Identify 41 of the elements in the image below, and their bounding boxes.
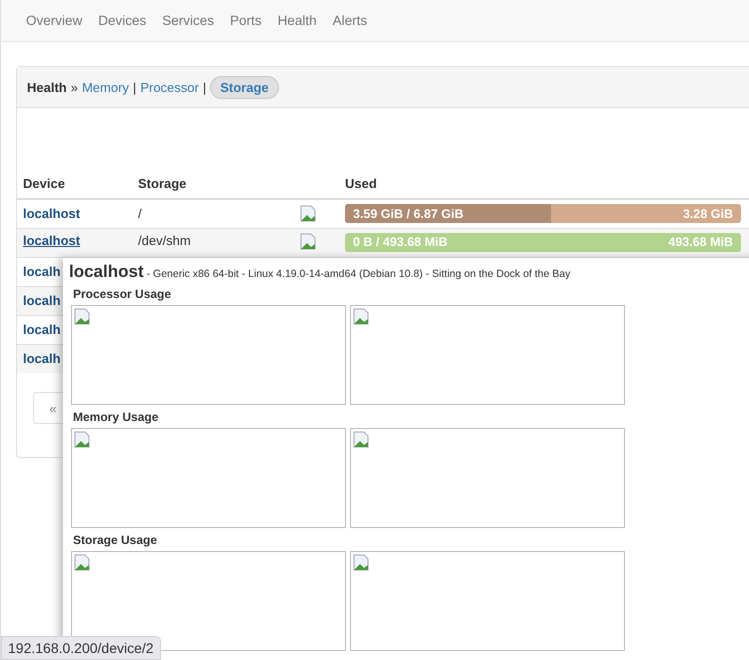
used-amount: 3.59 GiB / 6.87 GiB	[352, 206, 464, 221]
broken-image-icon	[300, 232, 317, 250]
nav-link[interactable]: Health	[278, 13, 317, 28]
nav-link[interactable]: Overview	[26, 13, 82, 28]
broken-image-icon	[353, 308, 370, 325]
column-header: Device	[17, 174, 132, 199]
device-link[interactable]: localh	[23, 293, 61, 308]
broken-image-icon	[353, 431, 370, 448]
broken-image-icon	[74, 431, 91, 448]
broken-image-icon	[74, 554, 91, 571]
section-title: Memory Usage	[72, 409, 160, 426]
device-description: - Generic x86 64-bit - Linux 4.19.0-14-amd64 (Debian 10.8) - Sitting on the Dock of the Bay	[146, 268, 570, 280]
broken-image-icon	[300, 205, 317, 222]
used-amount: 0 B / 493.68 MiB	[352, 235, 448, 249]
storage-path: /dev/shm	[138, 232, 191, 248]
broken-image-icon	[74, 308, 91, 325]
popup-title: localhost	[69, 262, 144, 282]
free-amount: 3.28 GiB	[682, 206, 734, 221]
link-separator: |	[202, 80, 206, 94]
nav-link[interactable]: Devices	[98, 13, 146, 28]
device-link[interactable]: localh	[23, 322, 61, 337]
device-link[interactable]: localh	[23, 264, 61, 279]
link-separator: |	[132, 80, 136, 94]
health-tab-link[interactable]: Storage	[210, 76, 279, 98]
nav-link[interactable]: Alerts	[332, 13, 368, 28]
section-title: Storage Usage	[72, 532, 158, 549]
section-title: Processor Usage	[72, 286, 172, 303]
panel-title: Health	[27, 80, 67, 94]
breadcrumb-separator: »	[70, 80, 78, 94]
free-amount: 493.68 MiB	[667, 235, 734, 249]
storage-path: /	[138, 206, 142, 222]
device-link[interactable]: localh	[23, 351, 61, 366]
column-header: Used	[339, 174, 749, 199]
device-link[interactable]: localhost	[23, 206, 80, 222]
health-tab-link[interactable]: Processor	[140, 80, 199, 94]
status-url: 192.168.0.200/device/2	[1, 636, 161, 660]
health-tab-link[interactable]: Memory	[82, 80, 129, 94]
nav-link[interactable]: Ports	[230, 13, 262, 28]
column-header: Storage	[132, 174, 294, 199]
nav-link[interactable]: Services	[162, 13, 214, 28]
broken-image-icon	[353, 554, 370, 571]
